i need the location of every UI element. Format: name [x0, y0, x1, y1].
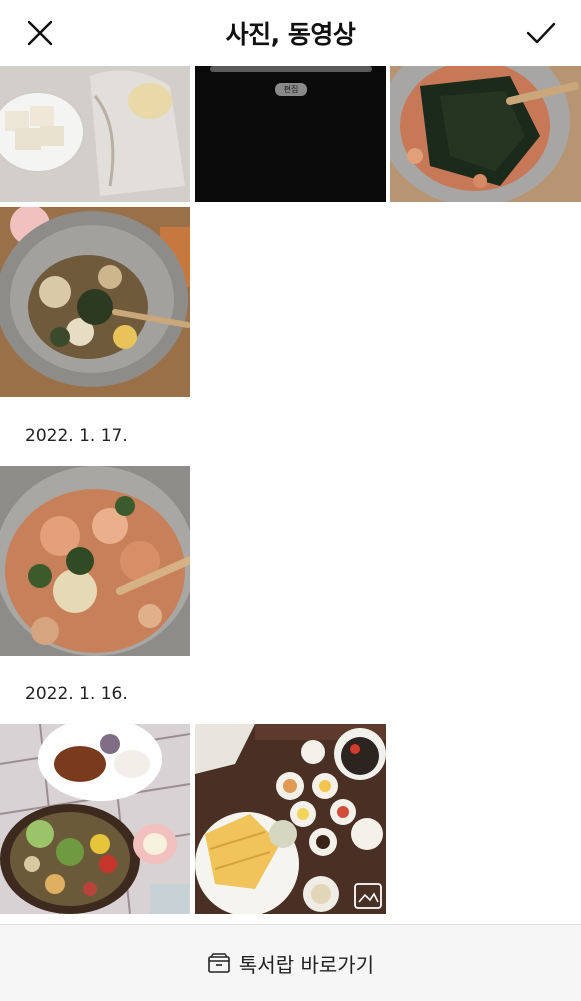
photo-thumbnail-donkatsu[interactable]: [195, 724, 386, 914]
drawer-shortcut-button[interactable]: 톡서랍 바로가기: [207, 949, 374, 978]
check-icon: [526, 22, 556, 44]
photo-thumbnail-tofu[interactable]: [0, 66, 190, 202]
photo-thumbnail-seaweed[interactable]: [390, 66, 581, 202]
photo-thumbnail-dark[interactable]: 편집: [195, 66, 386, 202]
edit-badge: 편집: [283, 85, 299, 94]
date-header: 2022. 1. 16.: [25, 684, 128, 704]
confirm-button[interactable]: [521, 13, 561, 53]
photo-grid: 편집 2022. 1. 17. 2022. 1. 16.: [0, 66, 581, 924]
page-title: 사진, 동영상: [225, 20, 356, 49]
photo-thumbnail-bibimbap-2[interactable]: [0, 466, 190, 656]
close-icon: [27, 20, 53, 46]
photo-thumbnail-bibimbap-1[interactable]: [0, 207, 190, 397]
close-button[interactable]: [20, 13, 60, 53]
photo-thumbnail-salad[interactable]: [0, 724, 190, 914]
date-header: 2022. 1. 17.: [25, 426, 128, 446]
bottom-bar: 톡서랍 바로가기: [0, 924, 581, 1001]
drawer-icon: [208, 953, 230, 973]
drawer-shortcut-label: 톡서랍 바로가기: [238, 952, 375, 977]
top-bar: 사진, 동영상: [0, 0, 581, 66]
